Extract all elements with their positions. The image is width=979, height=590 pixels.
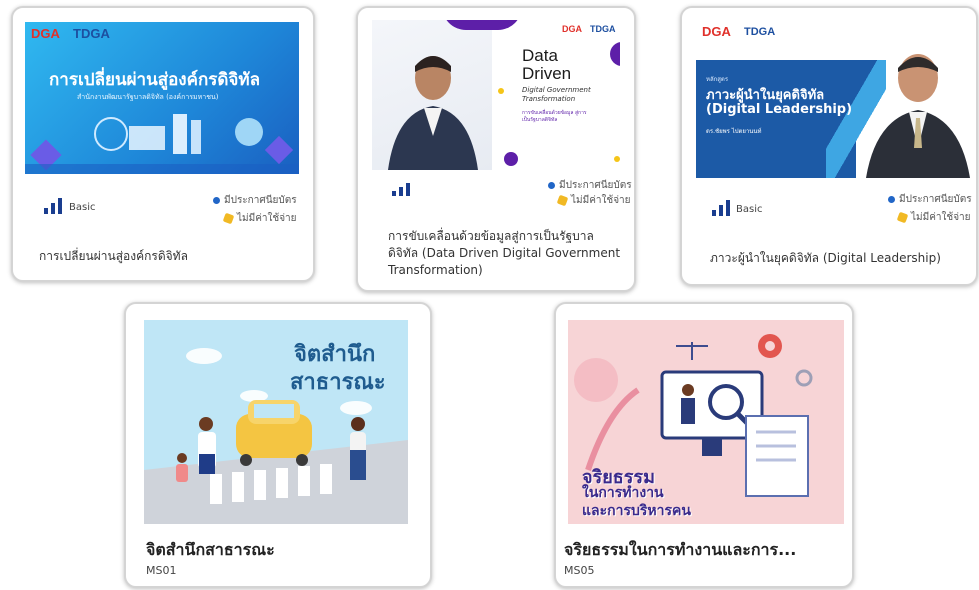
certificate-dot-icon [888,195,895,203]
coin-icon [222,212,235,224]
dga-logo: DGA [702,24,731,39]
fee-info: ไม่มีค่าใช้จ่าย [896,210,971,225]
fee-label: ไม่มีค่าใช้จ่าย [911,212,971,223]
banner-heading: การเปลี่ยนผ่านสู่องค์กรดิจิทัล [49,70,261,90]
yellow-dot [614,156,620,162]
course-code: MS01 [146,564,177,577]
level-label: Basic [736,204,763,215]
certificate-dot-icon [213,196,220,204]
banner-heading-line3: และการบริหารคน [582,503,691,519]
course-card-digital-transformation[interactable]: DGA TDGA การเปลี่ยนผ่านสู่องค์กรดิจิทัล … [11,6,315,282]
certificate-info: มีประกาศนียบัตร [548,178,632,193]
banner-subheading-thai: การขับเคลื่อนด้วยข้อมูล สู่การเป็นรัฐบาล… [522,110,587,123]
banner-heading-line2: (Digital Leadership) [706,102,853,117]
banner-heading-line2: Driven [522,64,572,83]
tdga-logo: TDGA [590,24,616,34]
level-bars-icon [392,183,410,196]
course-card-digital-leadership[interactable]: DGA TDGA หลักสูตร ภาวะผู้นำในยุคดิจิทัล … [680,6,978,286]
banner-subheading: สำนักงานพัฒนารัฐบาลดิจิทัล (องค์การมหาชน… [77,93,219,101]
certificate-label: มีประกาศนียบัตร [899,194,972,205]
certificate-label: มีประกาศนียบัตร [559,180,632,191]
banner-subheading: Digital Government Transformation [522,86,591,103]
course-title[interactable]: จริยธรรมในการทำงานและการ... [564,538,844,563]
course-banner: จิตสำนึก สาธารณะ [144,320,408,524]
dga-logo: DGA [31,26,60,41]
purple-circle-small [504,152,518,166]
course-banner: DGA TDGA การเปลี่ยนผ่านสู่องค์กรดิจิทัล … [25,22,299,174]
certificate-info: มีประกาศนียบัตร [213,193,297,208]
course-title[interactable]: การขับเคลื่อนด้วยข้อมูลสู่การเป็นรัฐบาล … [388,228,628,279]
banner-heading-line1: Data [522,46,558,65]
banner-speaker: ดร.ชัยพร ไปตยานนท์ [706,128,762,135]
level-bars-icon [44,198,62,214]
course-code: MS05 [564,564,595,577]
certificate-dot-icon [548,181,555,189]
tdga-logo: TDGA [73,26,110,41]
course-title-line2: ดิจิทัล (Data Driven Digital Government [388,246,621,260]
course-title-line1: การขับเคลื่อนด้วยข้อมูลสู่การเป็นรัฐบาล [388,229,594,243]
course-card-work-ethics[interactable]: จริยธรรม ในการทำงาน และการบริหารคน จริยธ… [554,302,854,588]
level-bars-icon [712,200,730,216]
course-card-public-mind[interactable]: จิตสำนึก สาธารณะ จิตสำนึกสาธารณะ MS01 [124,302,432,588]
fee-label: ไม่มีค่าใช้จ่าย [571,195,631,206]
course-card-data-driven[interactable]: DGA TDGA Data Driven Digital Government … [356,6,636,292]
tdga-logo: TDGA [744,26,776,38]
course-title-line3: Transformation) [388,263,483,277]
city-illustration [25,114,299,174]
fee-info: ไม่มีค่าใช้จ่าย [556,193,631,208]
dga-logo: DGA [562,24,582,34]
course-title[interactable]: การเปลี่ยนผ่านสู่องค์กรดิจิทัล [39,248,188,265]
coin-icon [896,211,909,223]
fee-info: ไม่มีค่าใช้จ่าย [222,211,297,226]
level-label: Basic [69,202,96,213]
course-banner: DGA TDGA Data Driven Digital Government … [372,20,620,170]
speaker-photo [866,54,970,178]
coin-icon [556,194,569,206]
course-banner: DGA TDGA หลักสูตร ภาวะผู้นำในยุคดิจิทัล … [696,20,972,178]
crosswalk-illustration [144,348,408,524]
certificate-info: มีประกาศนียบัตร [888,192,972,207]
presenter-photo [388,56,478,170]
certificate-label: มีประกาศนียบัตร [224,195,297,206]
yellow-dot [498,88,504,94]
course-title[interactable]: ภาวะผู้นำในยุคดิจิทัล (Digital Leadershi… [710,250,941,267]
fee-label: ไม่มีค่าใช้จ่าย [237,213,297,224]
purple-circle [610,42,620,66]
course-title[interactable]: จิตสำนึกสาธารณะ [146,538,275,563]
course-banner: จริยธรรม ในการทำงาน และการบริหารคน [568,320,844,524]
banner-kicker: หลักสูตร [706,76,729,83]
